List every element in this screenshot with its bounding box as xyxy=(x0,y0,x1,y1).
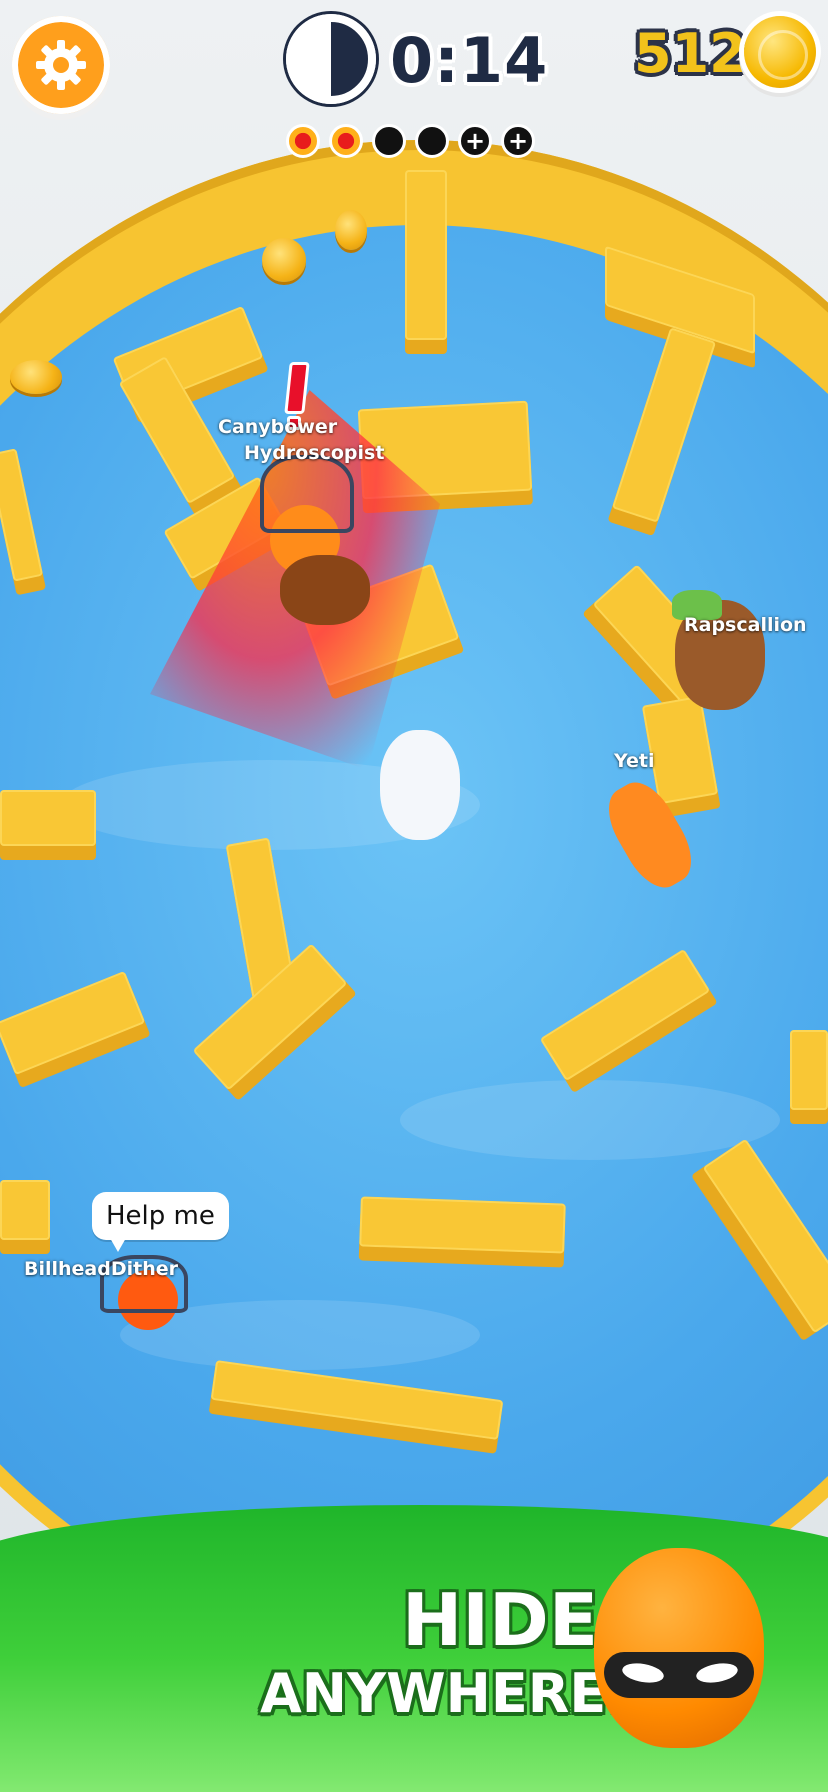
banner-title: HIDE xyxy=(402,1578,598,1662)
banner-subtitle: ANYWHERE! xyxy=(260,1662,631,1725)
water-ripple xyxy=(400,1080,780,1160)
cage-icon xyxy=(260,455,354,533)
coin-count: 512 xyxy=(634,22,747,85)
maze-wall xyxy=(0,790,96,846)
maze-wall xyxy=(359,1196,566,1254)
mask-icon xyxy=(604,1652,754,1698)
plus-icon: + xyxy=(458,124,492,158)
player-name: Yeti xyxy=(614,750,655,772)
progress-dot-red xyxy=(286,124,320,158)
maze-wall xyxy=(405,170,447,340)
chat-bubble: Help me xyxy=(92,1192,229,1252)
progress-dot-red xyxy=(329,124,363,158)
round-progress: + + xyxy=(286,124,535,158)
coin-pickup xyxy=(335,210,367,250)
player-name: BillheadDither xyxy=(24,1258,179,1280)
timer-icon xyxy=(286,14,376,104)
player-character xyxy=(380,730,460,840)
coin-icon xyxy=(744,16,816,88)
settings-button[interactable] xyxy=(12,16,110,114)
ninja-mascot xyxy=(594,1548,764,1748)
maze-wall xyxy=(790,1030,828,1110)
game-stage[interactable]: Canybower Hydroscopist Rapscallion Yeti … xyxy=(0,0,828,1792)
player-name: Rapscallion xyxy=(684,614,807,636)
progress-dot-black xyxy=(415,124,449,158)
coin-pickup xyxy=(10,360,62,394)
caged-player xyxy=(280,555,370,625)
progress-dot-black xyxy=(372,124,406,158)
coin-pickup xyxy=(262,238,306,282)
plus-icon: + xyxy=(501,124,535,158)
player-name: Hydroscopist xyxy=(244,442,385,464)
player-name: Canybower xyxy=(218,416,338,438)
timer-readout: 0:14 xyxy=(390,24,549,97)
maze-wall xyxy=(0,1180,50,1240)
